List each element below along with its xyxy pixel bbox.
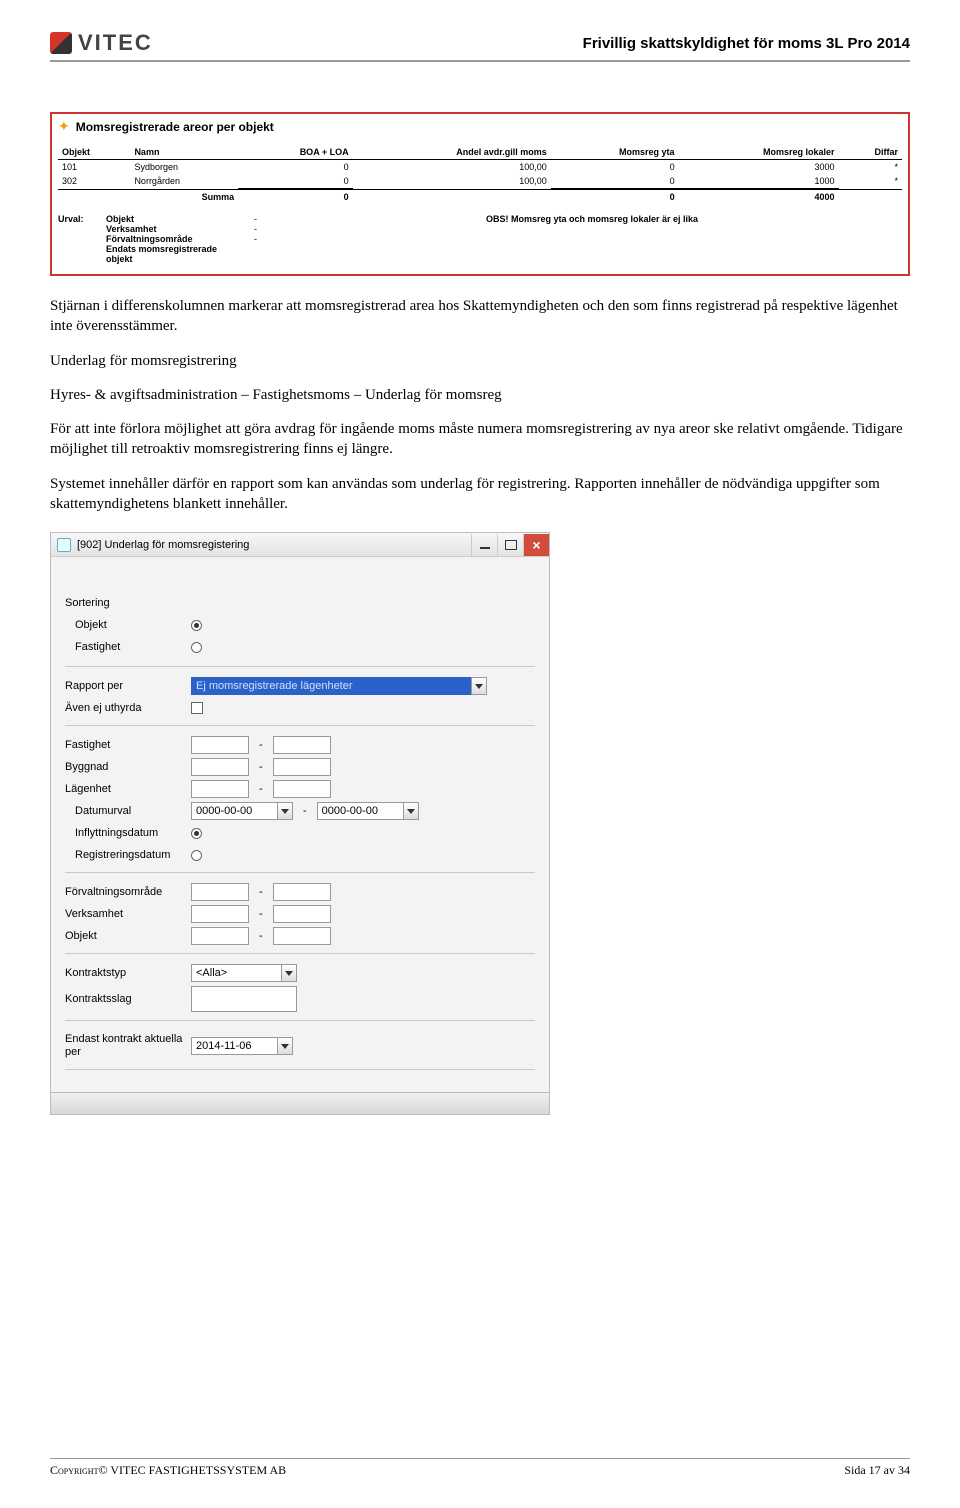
chevron-down-icon[interactable] <box>277 1037 293 1055</box>
label-kontraktsslag: Kontraktsslag <box>65 993 185 1005</box>
date-to[interactable]: 0000-00-00 <box>317 802 419 820</box>
minimize-button[interactable] <box>471 534 497 556</box>
report-table: Objekt Namn BOA + LOA Andel avdr.gill mo… <box>58 145 902 204</box>
dialog-caption: [902] Underlag för momsregistering <box>77 539 249 551</box>
col-objekt: Objekt <box>58 145 130 160</box>
label-fastighet: Fastighet <box>65 739 185 751</box>
date-from[interactable]: 0000-00-00 <box>191 802 293 820</box>
combo-rapport-per[interactable]: Ej momsregistrerade lägenheter <box>191 677 487 695</box>
document-footer: Copyright© VITEC FASTIGHETSSYSTEM AB Sid… <box>50 1458 910 1478</box>
document-title: Frivillig skattskyldighet för moms 3L Pr… <box>583 35 910 52</box>
checkbox-aven-ej-uthyrda[interactable] <box>191 702 203 714</box>
col-andel: Andel avdr.gill moms <box>353 145 551 160</box>
logo-text: VITEC <box>78 30 153 56</box>
article-body: Stjärnan i differenskolumnen markerar at… <box>50 296 910 514</box>
breadcrumb-path: Hyres- & avgiftsadministration – Fastigh… <box>50 385 910 405</box>
col-yta: Momsreg yta <box>551 145 679 160</box>
chevron-down-icon[interactable] <box>277 802 293 820</box>
radio-registreringsdatum[interactable] <box>191 850 202 861</box>
input-byggnad-from[interactable] <box>191 758 249 776</box>
table-row: 101 Sydborgen 0 100,00 0 3000 * <box>58 160 902 175</box>
radio-inflyttningsdatum[interactable] <box>191 828 202 839</box>
urval-label: Urval: <box>58 214 98 224</box>
app-icon <box>57 538 71 552</box>
input-kontraktsslag[interactable] <box>191 986 297 1012</box>
copyright-text: Copyright© VITEC FASTIGHETSSYSTEM AB <box>50 1463 286 1478</box>
date-endast[interactable]: 2014-11-06 <box>191 1037 293 1055</box>
label-lagenhet: Lägenhet <box>65 783 185 795</box>
radio-sort-fastighet[interactable] <box>191 642 202 653</box>
label-endast-kontrakt: Endast kontrakt aktuella per <box>65 1033 185 1059</box>
input-verksamhet-from[interactable] <box>191 905 249 923</box>
col-diffar: Diffar <box>839 145 902 160</box>
label-rapport-per: Rapport per <box>65 680 185 692</box>
input-fastighet-to[interactable] <box>273 736 331 754</box>
chevron-down-icon[interactable] <box>471 677 487 695</box>
input-objekt-to[interactable] <box>273 927 331 945</box>
input-verksamhet-to[interactable] <box>273 905 331 923</box>
combo-value: Ej momsregistrerade lägenheter <box>191 677 471 695</box>
input-lagenhet-from[interactable] <box>191 780 249 798</box>
label-kontraktstyp: Kontraktstyp <box>65 967 185 979</box>
report-title: Momsregistrerade areor per objekt <box>76 120 274 134</box>
close-button[interactable] <box>523 534 549 556</box>
logo-icon <box>50 32 72 54</box>
sum-label: Summa <box>130 189 238 204</box>
urval-block: Urval: Objekt - OBS! Momsreg yta och mom… <box>58 214 902 264</box>
star-icon: ✦ <box>58 118 70 135</box>
chevron-down-icon[interactable] <box>281 964 297 982</box>
input-fastighet-from[interactable] <box>191 736 249 754</box>
input-forvaltning-from[interactable] <box>191 883 249 901</box>
paragraph: Systemet innehåller därför en rapport so… <box>50 474 910 515</box>
chevron-down-icon[interactable] <box>403 802 419 820</box>
col-boa: BOA + LOA <box>238 145 353 160</box>
dialog-titlebar: [902] Underlag för momsregistering <box>51 533 549 557</box>
label-datumurval: Datumurval <box>65 805 185 817</box>
page-number: Sida 17 av 34 <box>844 1463 910 1478</box>
label-byggnad: Byggnad <box>65 761 185 773</box>
radio-sort-objekt[interactable] <box>191 620 202 631</box>
label-forvaltningsomrade: Förvaltningsområde <box>65 886 185 898</box>
label-aven-ej-uthyrda: Även ej uthyrda <box>65 702 185 714</box>
col-lokaler: Momsreg lokaler <box>679 145 839 160</box>
label-sort-fastighet: Fastighet <box>65 641 185 653</box>
col-namn: Namn <box>130 145 238 160</box>
dialog-underlag-momsregistering: [902] Underlag för momsregistering Sorte… <box>50 532 550 1115</box>
label-objekt: Objekt <box>65 930 185 942</box>
label-registreringsdatum: Registreringsdatum <box>65 849 185 861</box>
paragraph: För att inte förlora möjlighet att göra … <box>50 419 910 460</box>
input-lagenhet-to[interactable] <box>273 780 331 798</box>
label-sort-objekt: Objekt <box>65 619 185 631</box>
maximize-button[interactable] <box>497 534 523 556</box>
obs-text: OBS! Momsreg yta och momsreg lokaler är … <box>486 214 698 224</box>
dialog-statusbar <box>51 1092 549 1114</box>
input-byggnad-to[interactable] <box>273 758 331 776</box>
combo-kontraktstyp[interactable]: <Alla> <box>191 964 297 982</box>
report-momsregistrerade-areor: ✦ Momsregistrerade areor per objekt Obje… <box>50 112 910 276</box>
table-row: 302 Norrgården 0 100,00 0 1000 * <box>58 174 902 189</box>
brand-logo: VITEC <box>50 30 153 56</box>
paragraph: Stjärnan i differenskolumnen markerar at… <box>50 296 910 337</box>
heading-underlag: Underlag för momsregistrering <box>50 351 910 371</box>
input-objekt-from[interactable] <box>191 927 249 945</box>
document-header: VITEC Frivillig skattskyldighet för moms… <box>50 30 910 62</box>
label-inflyttningsdatum: Inflyttningsdatum <box>65 827 185 839</box>
sum-row: Summa 0 0 4000 <box>58 189 902 204</box>
label-sortering: Sortering <box>65 597 185 609</box>
label-verksamhet: Verksamhet <box>65 908 185 920</box>
input-forvaltning-to[interactable] <box>273 883 331 901</box>
